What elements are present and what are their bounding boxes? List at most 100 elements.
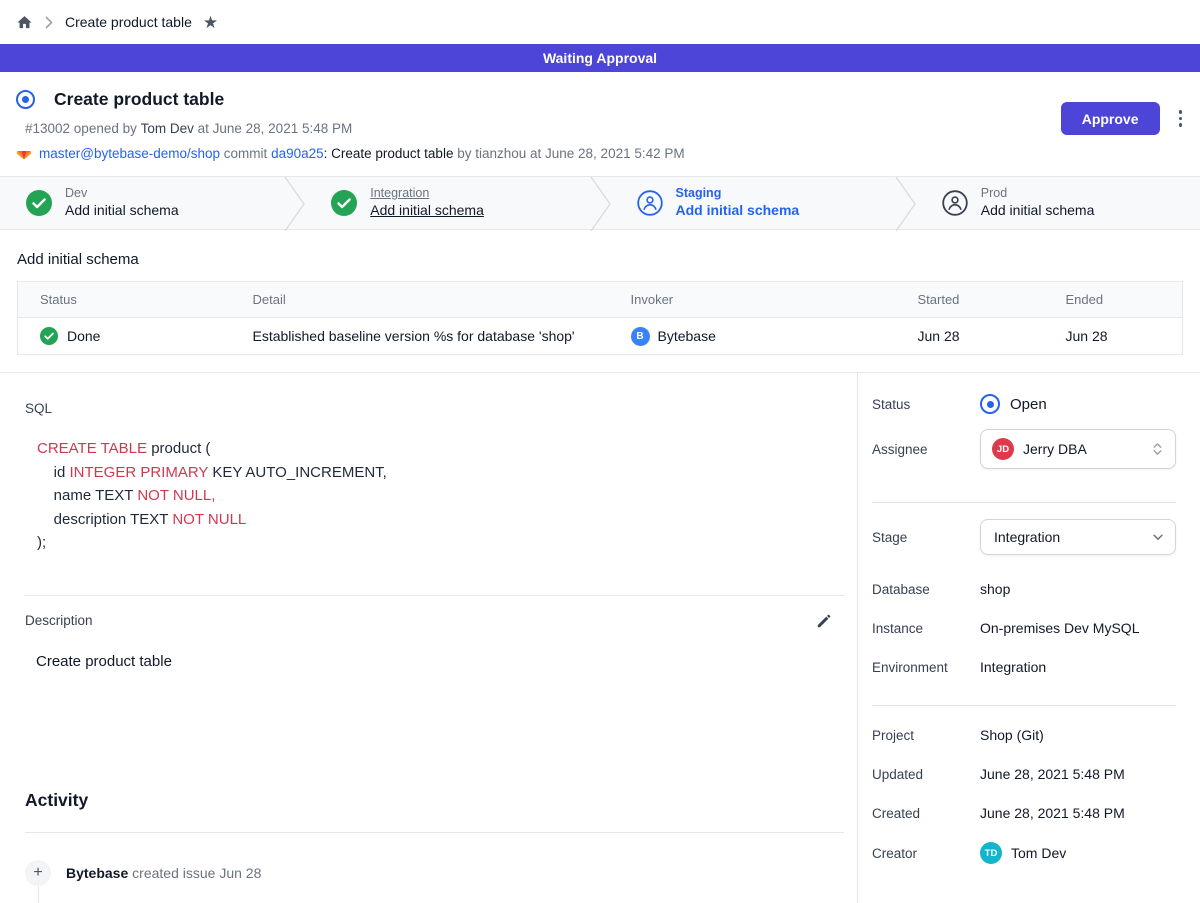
sql-label: SQL [25,401,844,416]
status-banner-text: Waiting Approval [543,50,657,66]
more-actions-icon[interactable] [1177,108,1185,129]
stage-env-label: Integration [370,185,484,201]
assignee-avatar: JD [992,438,1014,460]
home-icon[interactable] [16,14,33,31]
status-value: Open [1010,396,1047,413]
assignee-name: Jerry DBA [1023,441,1141,457]
updated-value: June 28, 2021 5:48 PM [980,766,1125,782]
vcs-commit-title: : Create product table [324,146,454,161]
content-area: SQL CREATE TABLE product ( id INTEGER PR… [0,372,1200,903]
stage-env-label: Prod [981,185,1095,201]
issue-header: Create product table #13002 opened by To… [0,72,1200,176]
project-value[interactable]: Shop (Git) [980,727,1044,743]
stage-separator-icon [895,177,916,229]
gitlab-icon [16,145,32,161]
creator-avatar: TD [980,842,1002,864]
task-status: Done [67,328,100,344]
issue-meta: #13002 opened by Tom Dev at June 28, 202… [25,121,1184,136]
col-started: Started [918,282,1066,318]
edit-pencil-icon[interactable] [816,613,832,629]
creator-name: Tom Dev [1011,845,1066,861]
creator-label: Creator [872,846,980,861]
stage-env-label: Staging [676,185,800,201]
issue-open-icon [980,394,1000,414]
col-invoker: Invoker [631,282,918,318]
assignee-select[interactable]: JD Jerry DBA [980,429,1176,469]
status-banner: Waiting Approval [0,44,1200,72]
vcs-commit-link[interactable]: da90a25 [271,146,324,161]
selector-icon [1150,441,1165,457]
pipeline-stage-dev[interactable]: Dev Add initial schema [0,177,284,229]
description-content[interactable]: Create product table [36,653,844,670]
created-label: Created [872,806,980,821]
task-section-heading: Add initial schema [17,251,1183,268]
description-label: Description [25,613,93,628]
database-value: shop [980,581,1010,597]
task-detail: Established baseline version %s for data… [253,318,631,355]
task-table: Status Detail Invoker Started Ended Done… [17,281,1183,355]
stage-env-label: Dev [65,185,179,201]
activity-date: Jun 28 [219,865,261,881]
vcs-commit-word: commit [220,146,271,161]
stage-task-label: Add initial schema [65,201,179,221]
stage-select[interactable]: Integration [980,519,1176,555]
assignee-label: Assignee [872,442,980,457]
activity-actor: Bytebase [66,865,128,881]
divider [872,502,1176,503]
person-circle-icon [637,190,663,216]
stage-task-label: Add initial schema [981,201,1095,221]
chevron-down-icon [1151,530,1165,544]
task-started: Jun 28 [918,318,1066,355]
activity-action: created issue [128,865,219,881]
pipeline-stage-prod[interactable]: Prod Add initial schema [916,177,1200,229]
col-detail: Detail [253,282,631,318]
issue-title: Create product table [54,89,224,110]
environment-value: Integration [980,659,1046,675]
environment-label: Environment [872,660,980,675]
divider [25,595,844,596]
breadcrumb-chevron-icon [45,16,53,29]
left-column: SQL CREATE TABLE product ( id INTEGER PR… [0,373,858,903]
sql-code: CREATE TABLE product ( id INTEGER PRIMAR… [37,437,844,555]
activity-item: + Bytebase created issue Jun 28 [25,860,844,886]
stage-label: Stage [872,530,980,545]
invoker-avatar: B [631,327,650,346]
stage-value: Integration [994,529,1142,545]
instance-label: Instance [872,621,980,636]
pipeline-stage-integration[interactable]: Integration Add initial schema [305,177,589,229]
favorite-star-icon[interactable]: ★ [203,14,218,31]
issue-meta-prefix: #13002 opened by [25,121,141,136]
activity-heading: Activity [25,790,844,811]
person-circle-icon [942,190,968,216]
stage-separator-icon [284,177,305,229]
check-circle-icon [331,190,357,216]
vcs-line: master@bytebase-demo/shop commit da90a25… [16,145,1184,161]
issue-sidebar: Status Open Assignee JD Jerry DBA Stage … [858,373,1200,903]
stage-task-label: Add initial schema [676,201,800,221]
pipeline-stage-staging[interactable]: Staging Add initial schema [611,177,895,229]
issue-meta-suffix: at June 28, 2021 5:48 PM [194,121,352,136]
vcs-branch-link[interactable]: master@bytebase-demo/shop [39,146,220,161]
task-section: Add initial schema Status Detail Invoker… [0,251,1200,355]
check-circle-icon [26,190,52,216]
col-status: Status [18,282,253,318]
instance-value: On-premises Dev MySQL [980,620,1139,636]
issue-author: Tom Dev [141,121,194,136]
breadcrumb: Create product table ★ [0,0,1200,44]
stage-task-label: Add initial schema [370,201,484,221]
created-value: June 28, 2021 5:48 PM [980,805,1125,821]
stage-separator-icon [590,177,611,229]
pipeline: Dev Add initial schema Integration Add i… [0,176,1200,230]
divider [25,832,844,833]
project-label: Project [872,728,980,743]
divider [872,705,1176,706]
plus-icon: + [25,860,51,886]
issue-open-icon [16,90,35,109]
updated-label: Updated [872,767,980,782]
breadcrumb-page-title[interactable]: Create product table [65,14,192,30]
timeline-line [38,886,39,903]
table-row[interactable]: Done Established baseline version %s for… [18,318,1183,355]
approve-button[interactable]: Approve [1061,102,1160,135]
database-label: Database [872,582,980,597]
vcs-suffix: by tianzhou at June 28, 2021 5:42 PM [453,146,684,161]
